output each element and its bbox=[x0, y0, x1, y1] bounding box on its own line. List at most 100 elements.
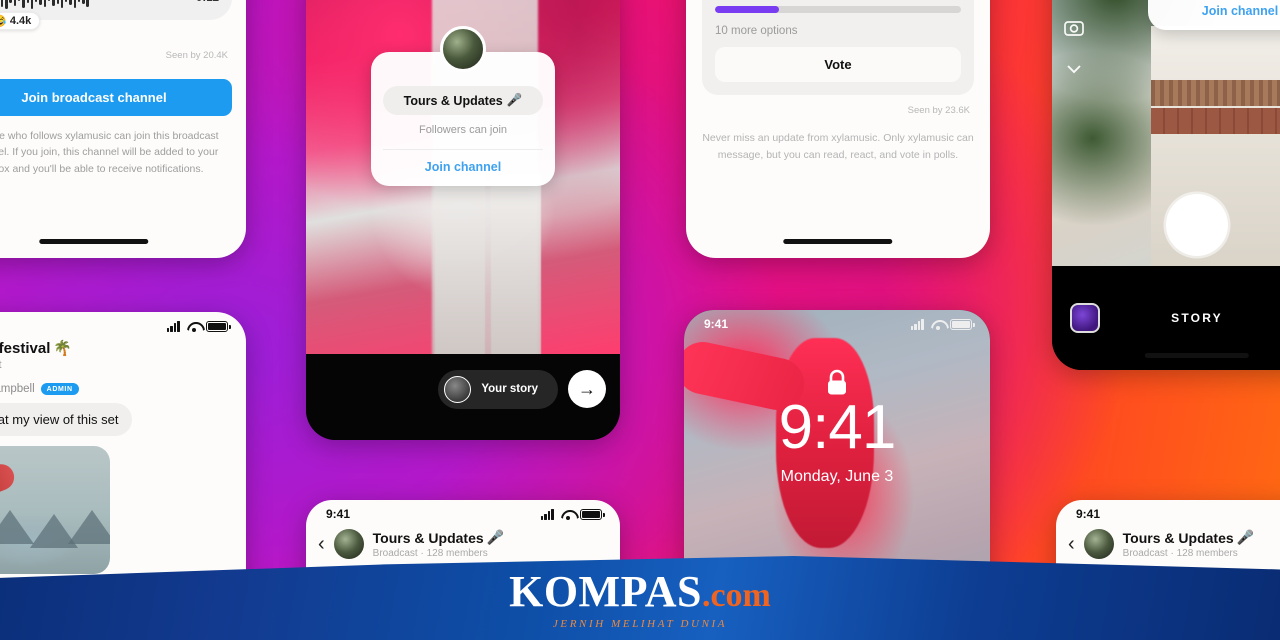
seen-by-label-top: Seen by 20.4K bbox=[165, 50, 228, 61]
status-bar: 9:41 bbox=[684, 310, 990, 333]
your-story-button[interactable]: Your story bbox=[438, 369, 558, 409]
seen-by-label-poll: Seen by 23.6K bbox=[907, 105, 970, 116]
admin-badge: ADMIN bbox=[40, 383, 79, 395]
waveform-icon bbox=[0, 0, 187, 9]
chat-header: ‹ Tours & Updates 🎤 Broadcast · 128 memb… bbox=[1056, 523, 1280, 559]
story-subject-leg-left bbox=[434, 174, 485, 356]
channel-avatar[interactable] bbox=[333, 529, 364, 559]
poll-note: Never miss an update from xylamusic. Onl… bbox=[702, 132, 974, 161]
status-bar: 9:41 bbox=[306, 500, 620, 523]
status-time: 9:41 bbox=[704, 317, 729, 331]
battery-icon bbox=[950, 318, 975, 330]
status-icons bbox=[541, 508, 605, 520]
lockscreen-date: Monday, June 3 bbox=[780, 468, 894, 485]
home-indicator bbox=[783, 239, 893, 244]
reaction-count-bottom: 4.4k bbox=[9, 15, 32, 27]
channel-name: Tours & Updates bbox=[403, 93, 503, 108]
signal-icon bbox=[911, 318, 926, 330]
wifi-icon bbox=[931, 319, 945, 330]
chat-subtitle: Broadcast · 128 members bbox=[1122, 548, 1238, 559]
chat-subtitle: Broadcast · 128 members bbox=[372, 548, 488, 559]
chat-title-row: Tours & Updates 🎤 bbox=[1123, 529, 1254, 546]
join-channel-button-right[interactable]: Join channel bbox=[1160, 0, 1280, 30]
story-subject-leg-right bbox=[491, 174, 542, 356]
panel-poll: Charlotte Philly bbox=[686, 0, 990, 258]
status-time: 9:41 bbox=[326, 507, 351, 521]
lockscreen-clock: 9:41 bbox=[778, 393, 897, 462]
panel-camera-top-right: Music festival 🌴 Followers can join Join… bbox=[1052, 0, 1280, 370]
sender-name: Tifany Campbell bbox=[0, 383, 35, 395]
broadcast-chat-body: Music festival 🌴 Broadcast Tifany Campbe… bbox=[0, 335, 246, 574]
chevron-left-icon[interactable]: ‹ bbox=[1068, 534, 1075, 554]
reaction-pill-bottom[interactable]: 😍🖤😂 4.4k bbox=[0, 12, 41, 30]
home-indicator bbox=[39, 239, 149, 244]
watermark-domain: .com bbox=[701, 577, 771, 614]
broadcast-title-row: Music festival 🌴 bbox=[0, 339, 232, 358]
message-bubble[interactable]: Look at my view of this set bbox=[0, 403, 133, 436]
scene-brick bbox=[1150, 108, 1280, 134]
home-indicator bbox=[1144, 353, 1250, 358]
poll-body: Charlotte Philly bbox=[686, 0, 990, 244]
camera-icon[interactable] bbox=[1062, 16, 1086, 40]
wifi-icon bbox=[561, 509, 575, 520]
broadcast-note: Anyone who follows xylamusic can join th… bbox=[0, 130, 219, 175]
status-bar: 9:41 bbox=[1056, 500, 1280, 523]
palm-tree-icon: 🌴 bbox=[53, 340, 73, 357]
signal-icon bbox=[1267, 509, 1280, 520]
tent-shape bbox=[68, 510, 110, 544]
message-sender-row: Tifany Campbell ADMIN bbox=[0, 383, 232, 395]
status-time: 9:41 bbox=[1076, 507, 1101, 521]
scene-railing bbox=[1150, 80, 1280, 106]
status-icons bbox=[911, 318, 975, 330]
broadcast-subtitle: Broadcast bbox=[0, 359, 232, 371]
voice-duration: 0:12 bbox=[196, 0, 219, 4]
poll-card: Charlotte Philly bbox=[702, 0, 974, 95]
vote-button[interactable]: Vote bbox=[715, 47, 961, 82]
send-next-button[interactable]: → bbox=[568, 370, 606, 408]
channel-subtitle: Followers can join bbox=[418, 124, 508, 136]
camera-mode-bar: STORY bbox=[1052, 266, 1280, 370]
reaction-emojis-bottom: 😍🖤😂 bbox=[0, 15, 7, 27]
more-options-label[interactable]: 10 more options bbox=[715, 25, 961, 37]
channel-avatar[interactable] bbox=[1083, 529, 1114, 559]
watermark-tagline: JERNIH MELIHAT DUNIA bbox=[552, 618, 728, 630]
join-channel-button-center[interactable]: Join channel bbox=[383, 149, 543, 186]
microphone-icon: 🎤 bbox=[1236, 529, 1255, 545]
your-story-label: Your story bbox=[481, 383, 538, 395]
shutter-button[interactable] bbox=[1166, 194, 1228, 256]
channel-avatar[interactable] bbox=[440, 26, 486, 72]
watermark-logo-row: KOMPAS .com bbox=[509, 566, 771, 617]
chevron-left-icon[interactable]: ‹ bbox=[318, 534, 325, 554]
chat-title-row: Tours & Updates 🎤 bbox=[373, 529, 504, 546]
chat-title: Tours & Updates bbox=[372, 529, 484, 546]
channel-invite-card-right: Music festival 🌴 Followers can join Join… bbox=[1148, 0, 1280, 30]
story-composer-bar: Your story → bbox=[306, 354, 620, 440]
camera-mode-label[interactable]: STORY bbox=[1100, 311, 1280, 325]
wifi-icon bbox=[187, 321, 201, 332]
battery-icon bbox=[580, 508, 605, 520]
poll-option[interactable]: Philly bbox=[715, 0, 961, 13]
chevron-down-icon[interactable] bbox=[1062, 56, 1086, 80]
join-broadcast-channel-button[interactable]: Join broadcast channel bbox=[0, 79, 232, 116]
tent-shape bbox=[0, 510, 34, 544]
microphone-icon: 🎤 bbox=[506, 93, 523, 107]
watermark-brand: KOMPAS bbox=[509, 567, 702, 616]
gallery-thumbnail[interactable] bbox=[1070, 303, 1100, 333]
poll-option-bar bbox=[715, 6, 961, 13]
channel-invite-card-center: Tours & Updates 🎤 Followers can join Joi… bbox=[371, 26, 555, 186]
status-bar: 9:41 bbox=[0, 312, 246, 335]
chat-top-body: 🙌🔥 18.2k 0:12 bbox=[0, 0, 246, 258]
story-tools-sidebar bbox=[1062, 0, 1086, 80]
broadcast-title: Music festival bbox=[0, 339, 51, 357]
panel-story-center: Tours & Updates 🎤 Followers can join Joi… bbox=[306, 0, 620, 440]
signal-icon bbox=[167, 320, 182, 332]
channel-name-chip[interactable]: Tours & Updates 🎤 bbox=[383, 86, 543, 115]
panel-broadcast-chat: 9:41 Music festival 🌴 Broadcast Tifany C… bbox=[0, 312, 246, 612]
microphone-icon: 🎤 bbox=[486, 529, 505, 545]
your-story-avatar bbox=[444, 375, 472, 403]
chat-title: Tours & Updates bbox=[1122, 529, 1234, 546]
message-photo[interactable]: ▽ bbox=[0, 446, 110, 574]
battery-icon bbox=[206, 320, 231, 332]
chat-header-text: Tours & Updates 🎤 Broadcast · 128 member… bbox=[1123, 529, 1254, 559]
chat-header: ‹ Tours & Updates 🎤 Broadcast · 128 memb… bbox=[306, 523, 620, 559]
